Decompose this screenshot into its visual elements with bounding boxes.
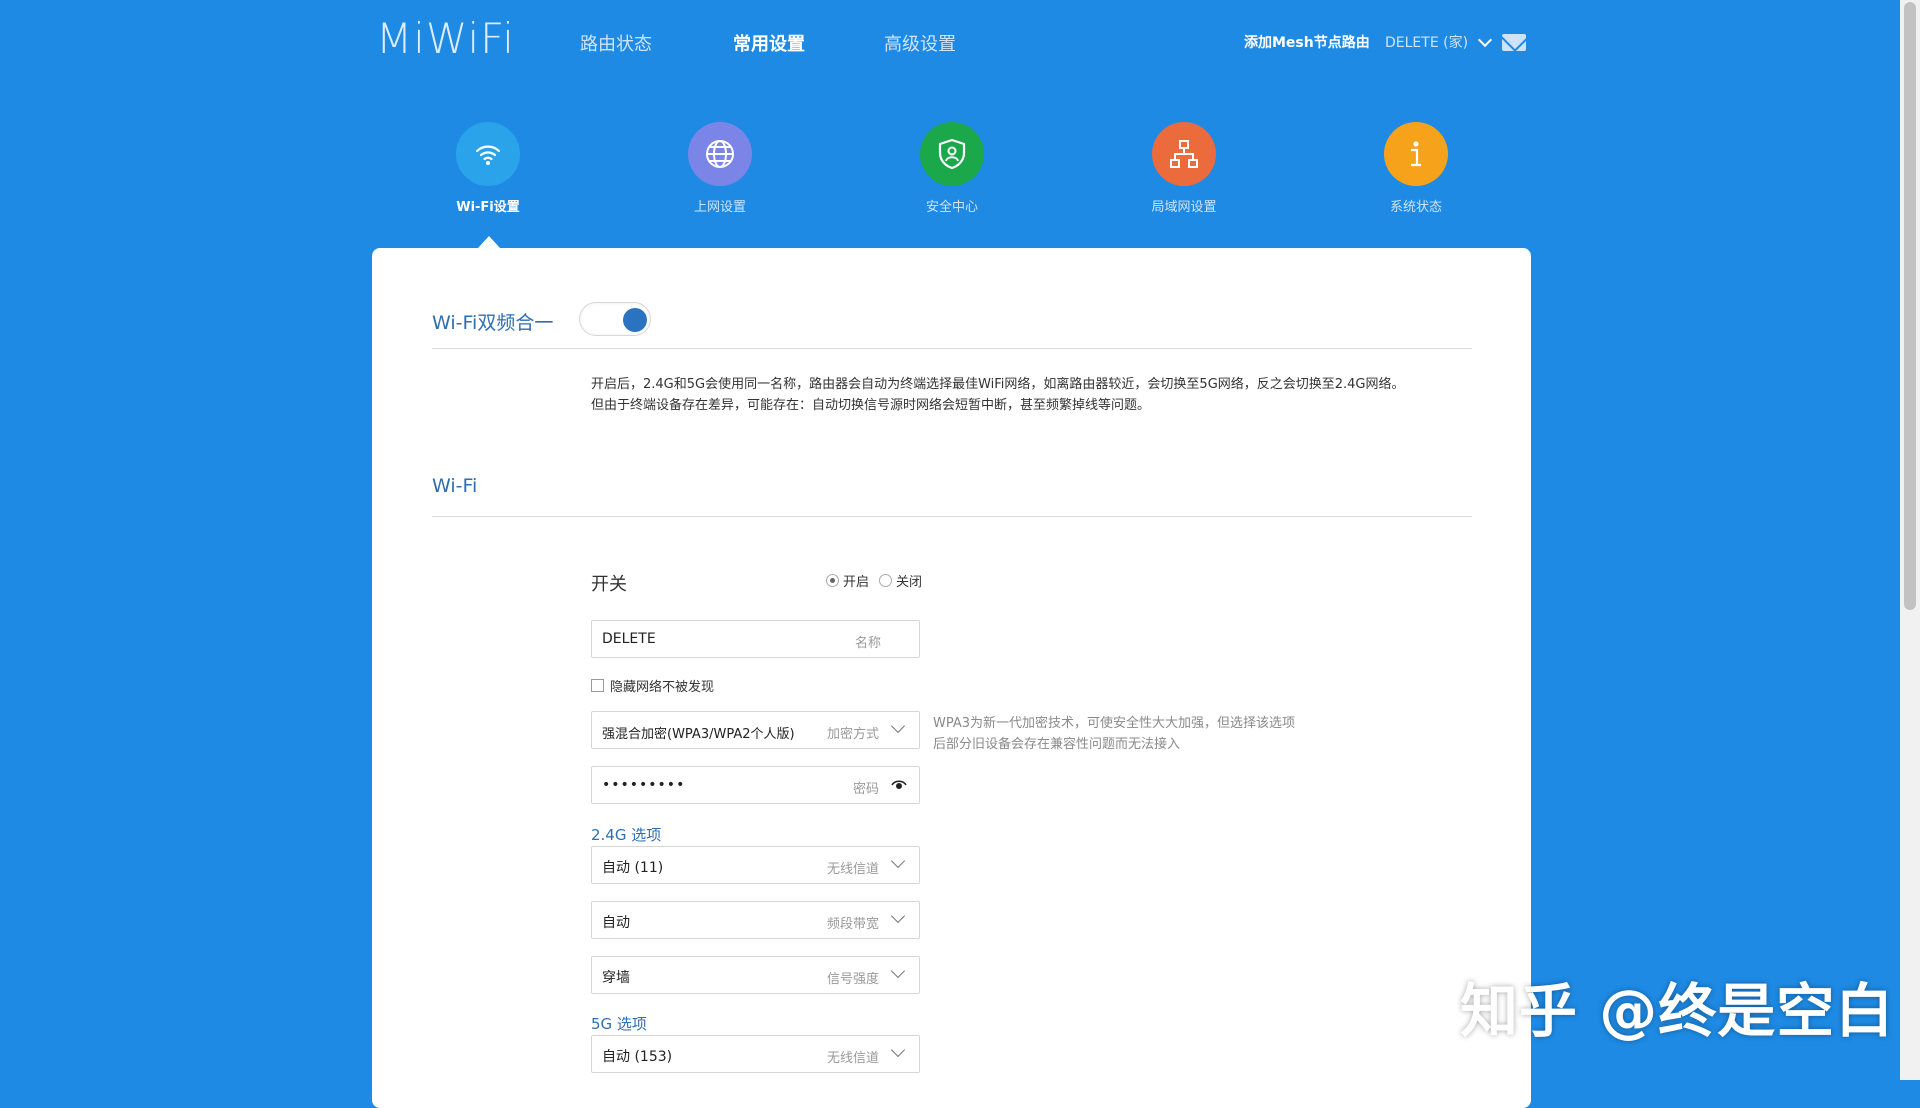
encryption-note: WPA3为新一代加密技术，可使安全性大大加强，但选择该选项 后部分旧设备会存在兼… [933,713,1295,755]
bandwidth-select[interactable]: 自动 频段带宽 [591,901,920,939]
dual-band-toggle[interactable] [579,302,651,336]
watermark: 知乎 @终是空白 [1460,977,1895,1045]
divider [432,516,1472,517]
chevron-down-icon [890,963,906,979]
radio-off[interactable] [879,574,893,587]
info-icon [1384,122,1448,186]
shield-icon [920,122,984,186]
active-tab-pointer [478,236,500,248]
wifi-icon [456,122,520,186]
radio-off-label: 关闭 [896,575,923,590]
nav-advanced-settings[interactable]: 高级设置 [884,30,956,56]
icon-nav-internet[interactable]: 上网设置 [660,122,780,215]
field-hint: 名称 [854,636,881,651]
nav-router-status[interactable]: 路由状态 [580,30,652,56]
network-icon [1152,122,1216,186]
encryption-select[interactable]: 强混合加密(WPA3/WPA2个人版) 加密方式 [591,711,920,749]
chevron-down-icon [890,1042,906,1058]
icon-nav-label: 安全中心 [925,200,978,215]
settings-card: Wi-Fi双频合一 开启后，2.4G和5G会使用同一名称，路由器会自动为终端选择… [372,248,1531,1108]
field-value: DELETE [602,631,656,647]
hide-network-row[interactable]: 隐藏网络不被发现 [591,676,714,695]
divider [432,348,1472,349]
field-hint: 频段带宽 [826,917,879,932]
radio-on-label: 开启 [843,575,870,590]
scrollbar-thumb[interactable] [1904,2,1916,610]
miwifi-logo: MiWiFi [376,14,515,63]
icon-nav-wifi[interactable]: Wi-Fi设置 [428,122,548,215]
toggle-knob [623,308,647,332]
field-value: 自动 (11) [602,860,664,876]
nav-common-settings[interactable]: 常用设置 [733,30,805,56]
radio-on[interactable] [826,574,839,587]
chevron-down-icon [1477,32,1493,47]
description-line: 但由于终端设备存在差异，可能存在：自动切换信号源时网络会短暂中断，甚至频繁掉线等… [591,398,1151,413]
wifi-section-title: Wi-Fi [432,475,478,497]
dual-band-description: 开启后，2.4G和5G会使用同一名称，路由器会自动为终端选择最佳WiFi网络，如… [591,374,1405,416]
field-hint: 无线信道 [826,862,879,877]
wifi-switch-radios: 开启 关闭 [826,571,922,590]
icon-nav-label: 局域网设置 [1151,200,1217,215]
signal-strength-select[interactable]: 穿墙 信号强度 [591,956,920,994]
icon-nav-system[interactable]: 系统状态 [1356,122,1476,215]
wifi-name-input[interactable]: DELETE 名称 [591,620,920,658]
field-value: 穿墙 [602,970,630,986]
note-line: 后部分旧设备会存在兼容性问题而无法接入 [933,737,1181,752]
hide-network-label: 隐藏网络不被发现 [610,680,715,695]
icon-nav-lan[interactable]: 局域网设置 [1124,122,1244,215]
icon-nav-label: 上网设置 [693,200,746,215]
dual-band-title: Wi-Fi双频合一 [432,312,554,334]
hide-network-checkbox[interactable] [591,679,604,692]
field-value: 自动 (153) [602,1049,673,1065]
field-hint: 加密方式 [826,727,879,742]
icon-nav-security[interactable]: 安全中心 [892,122,1012,215]
field-hint: 密码 [852,782,879,797]
wifi-switch-label: 开关 [591,574,627,595]
channel-5g-select[interactable]: 自动 (153) 无线信道 [591,1035,920,1073]
scrollbar[interactable] [1900,0,1920,1080]
field-value: ••••••••• [602,777,686,793]
channel-24g-select[interactable]: 自动 (11) 无线信道 [591,846,920,884]
mail-icon[interactable] [1502,34,1526,51]
field-value: 自动 [602,915,630,931]
device-selector[interactable]: DELETE (家) [1385,32,1493,52]
globe-icon [688,122,752,186]
eye-icon[interactable] [891,779,907,790]
chevron-down-icon [890,853,906,869]
icon-nav-label: Wi-Fi设置 [456,200,520,215]
device-name: DELETE (家) [1385,35,1469,51]
field-hint: 信号强度 [826,972,879,987]
opt-5g-title: 5G 选项 [591,1015,647,1033]
password-input[interactable]: ••••••••• 密码 [591,766,920,804]
field-value: 强混合加密(WPA3/WPA2个人版) [602,727,795,742]
opt-24g-title: 2.4G 选项 [591,826,662,844]
chevron-down-icon [890,718,906,734]
note-line: WPA3为新一代加密技术，可使安全性大大加强，但选择该选项 [933,716,1296,731]
add-mesh-link[interactable]: 添加Mesh节点路由 [1244,32,1370,52]
description-line: 开启后，2.4G和5G会使用同一名称，路由器会自动为终端选择最佳WiFi网络，如… [591,377,1405,392]
field-hint: 无线信道 [826,1051,879,1066]
chevron-down-icon [890,908,906,924]
icon-nav-label: 系统状态 [1389,200,1442,215]
